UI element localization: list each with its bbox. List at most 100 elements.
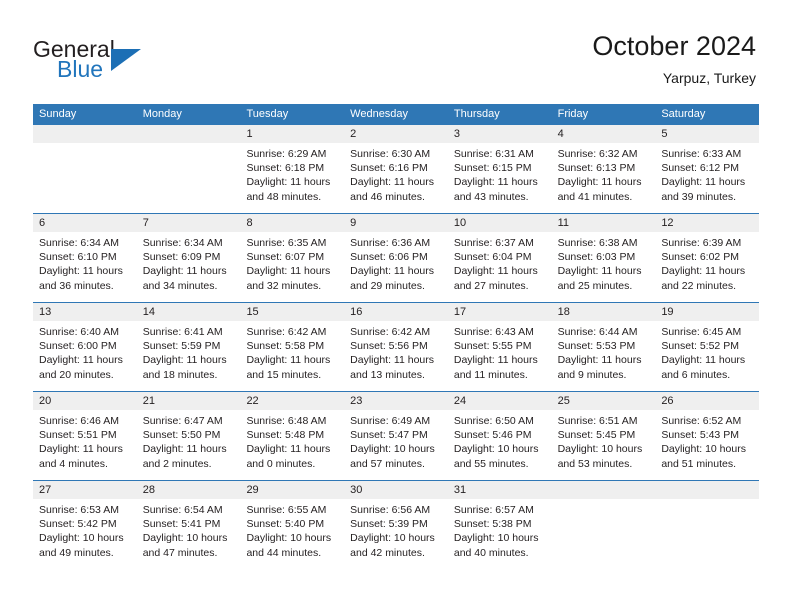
day-detail-line: Sunrise: 6:34 AM <box>39 237 119 249</box>
day-cell[interactable]: Sunrise: 6:49 AM Sunset: 5:47 PM Daylight:… <box>344 410 448 480</box>
day-cell[interactable]: Sunrise: 6:35 AM Sunset: 6:07 PM Daylight:… <box>240 232 344 302</box>
day-number[interactable]: 16 <box>344 303 448 321</box>
day-cell[interactable]: Sunrise: 6:32 AM Sunset: 6:13 PM Daylight:… <box>552 143 656 213</box>
day-cell[interactable]: Sunrise: 6:41 AM Sunset: 5:59 PM Daylight:… <box>137 321 241 391</box>
day-detail-line: and 18 minutes. <box>142 368 218 381</box>
day-cell[interactable]: Sunrise: 6:56 AM Sunset: 5:39 PM Daylight:… <box>344 499 448 569</box>
day-number[interactable]: 10 <box>448 214 552 232</box>
day-number[interactable]: 2 <box>344 125 448 143</box>
day-number[interactable]: 23 <box>344 392 448 410</box>
day-cell[interactable]: Sunrise: 6:38 AM Sunset: 6:03 PM Daylight:… <box>552 232 656 302</box>
day-detail-line: Sunrise: 6:48 AM <box>246 415 327 427</box>
day-number[interactable]: 15 <box>240 303 344 321</box>
weekday-header-wednesday: Wednesday <box>350 108 409 120</box>
day-detail-line: Daylight: 11 hours <box>39 354 123 367</box>
day-number[interactable]: 26 <box>655 392 759 410</box>
day-detail-line: Sunset: 5:51 PM <box>39 429 117 442</box>
day-detail-line: Daylight: 11 hours <box>246 265 331 278</box>
day-number[interactable]: 25 <box>552 392 656 410</box>
page-header: General Blue October 2024 Yarpuz, Turkey <box>0 0 792 104</box>
day-detail-line: Sunset: 5:53 PM <box>557 340 636 353</box>
day-number[interactable]: 5 <box>655 125 759 143</box>
day-number[interactable]: 17 <box>448 303 552 321</box>
day-number[interactable]: 24 <box>448 392 552 410</box>
calendar-week-row: 13 14 15 16 17 18 19 Sunrise: 6:40 AM Sunset: 6:… <box>33 302 759 391</box>
day-cell[interactable]: Sunrise: 6:55 AM Sunset: 5:40 PM Daylight:… <box>240 499 344 569</box>
day-number[interactable]: 7 <box>137 214 241 232</box>
page-title: October 2024 <box>592 31 756 61</box>
day-detail-line: Sunset: 6:03 PM <box>557 251 636 264</box>
day-cell[interactable]: Sunrise: 6:50 AM Sunset: 5:46 PM Daylight:… <box>448 410 552 480</box>
day-cell[interactable]: Sunrise: 6:34 AM Sunset: 6:10 PM Daylight:… <box>33 232 137 302</box>
day-number[interactable]: 3 <box>448 125 552 143</box>
day-detail-line: Daylight: 10 hours <box>142 532 228 545</box>
day-detail-line: Sunrise: 6:54 AM <box>142 504 223 516</box>
day-detail-line: and 6 minutes. <box>661 368 731 381</box>
week-date-bar: 13 14 15 16 17 18 19 <box>33 303 759 321</box>
day-number[interactable]: 21 <box>137 392 241 410</box>
day-cell[interactable]: Sunrise: 6:44 AM Sunset: 5:53 PM Daylight:… <box>552 321 656 391</box>
day-cell[interactable]: Sunrise: 6:54 AM Sunset: 5:41 PM Daylight:… <box>137 499 241 569</box>
day-detail-line: Sunset: 5:55 PM <box>453 340 532 353</box>
day-number-empty <box>552 481 656 499</box>
day-cell[interactable]: Sunrise: 6:33 AM Sunset: 6:12 PM Daylight:… <box>655 143 759 213</box>
day-number[interactable]: 4 <box>552 125 656 143</box>
day-cell[interactable]: Sunrise: 6:45 AM Sunset: 5:52 PM Daylight:… <box>655 321 759 391</box>
day-detail-line: Daylight: 11 hours <box>246 443 331 456</box>
day-cell[interactable]: Sunrise: 6:48 AM Sunset: 5:48 PM Daylight:… <box>240 410 344 480</box>
day-number[interactable]: 28 <box>137 481 241 499</box>
day-detail-line: Sunset: 6:04 PM <box>453 251 532 264</box>
day-cell[interactable]: Sunrise: 6:46 AM Sunset: 5:51 PM Daylight:… <box>33 410 137 480</box>
weekday-header-saturday: Saturday <box>661 108 706 120</box>
day-cell[interactable]: Sunrise: 6:42 AM Sunset: 5:58 PM Daylight:… <box>240 321 344 391</box>
day-cell[interactable]: Sunrise: 6:37 AM Sunset: 6:04 PM Daylight:… <box>448 232 552 302</box>
day-number[interactable]: 31 <box>448 481 552 499</box>
day-number[interactable]: 13 <box>33 303 137 321</box>
day-number[interactable]: 8 <box>240 214 344 232</box>
day-detail-line: Daylight: 11 hours <box>142 354 227 367</box>
day-detail-line: Daylight: 10 hours <box>661 443 746 456</box>
day-detail-line: Sunset: 5:46 PM <box>453 429 532 442</box>
day-cell[interactable]: Sunrise: 6:52 AM Sunset: 5:43 PM Daylight:… <box>655 410 759 480</box>
day-cell[interactable]: Sunrise: 6:53 AM Sunset: 5:42 PM Daylight:… <box>33 499 137 569</box>
day-cell[interactable]: Sunrise: 6:39 AM Sunset: 6:02 PM Daylight:… <box>655 232 759 302</box>
day-number[interactable]: 1 <box>240 125 344 143</box>
day-detail-line: Sunrise: 6:56 AM <box>350 504 431 516</box>
day-detail-line: Sunrise: 6:30 AM <box>350 148 431 160</box>
day-number[interactable]: 14 <box>137 303 241 321</box>
day-cell-empty <box>137 143 241 213</box>
day-number[interactable]: 6 <box>33 214 137 232</box>
day-cell[interactable]: Sunrise: 6:30 AM Sunset: 6:16 PM Daylight:… <box>344 143 448 213</box>
day-detail-line: Daylight: 10 hours <box>350 532 435 545</box>
day-number[interactable]: 29 <box>240 481 344 499</box>
day-cell[interactable]: Sunrise: 6:31 AM Sunset: 6:15 PM Daylight:… <box>448 143 552 213</box>
general-blue-logo[interactable]: General Blue <box>33 36 213 88</box>
day-number[interactable]: 22 <box>240 392 344 410</box>
day-detail-line: Daylight: 11 hours <box>142 443 227 456</box>
day-cell[interactable]: Sunrise: 6:40 AM Sunset: 6:00 PM Daylight:… <box>33 321 137 391</box>
day-detail-line: Sunset: 6:02 PM <box>661 251 739 264</box>
day-detail-line: and 11 minutes. <box>453 368 528 381</box>
day-cell[interactable]: Sunrise: 6:36 AM Sunset: 6:06 PM Daylight:… <box>344 232 448 302</box>
day-number[interactable]: 30 <box>344 481 448 499</box>
day-detail-line: and 32 minutes. <box>246 279 322 292</box>
day-number[interactable]: 20 <box>33 392 137 410</box>
day-number[interactable]: 18 <box>552 303 656 321</box>
day-detail-line: Sunrise: 6:46 AM <box>39 415 119 427</box>
day-cell[interactable]: Sunrise: 6:57 AM Sunset: 5:38 PM Daylight:… <box>448 499 552 569</box>
day-detail-line: and 47 minutes. <box>142 546 218 559</box>
day-number[interactable]: 19 <box>655 303 759 321</box>
day-number[interactable]: 12 <box>655 214 759 232</box>
day-cell[interactable]: Sunrise: 6:43 AM Sunset: 5:55 PM Daylight:… <box>448 321 552 391</box>
day-cell[interactable]: Sunrise: 6:29 AM Sunset: 6:18 PM Daylight:… <box>240 143 344 213</box>
day-number[interactable]: 11 <box>552 214 656 232</box>
day-detail-line: Sunrise: 6:53 AM <box>39 504 119 516</box>
day-number[interactable]: 27 <box>33 481 137 499</box>
day-detail-line: Daylight: 11 hours <box>39 265 123 278</box>
day-number[interactable]: 9 <box>344 214 448 232</box>
day-cell[interactable]: Sunrise: 6:47 AM Sunset: 5:50 PM Daylight:… <box>137 410 241 480</box>
day-cell[interactable]: Sunrise: 6:34 AM Sunset: 6:09 PM Daylight:… <box>137 232 241 302</box>
day-cell[interactable]: Sunrise: 6:42 AM Sunset: 5:56 PM Daylight:… <box>344 321 448 391</box>
day-detail-line: and 29 minutes. <box>350 279 425 292</box>
day-cell[interactable]: Sunrise: 6:51 AM Sunset: 5:45 PM Daylight:… <box>552 410 656 480</box>
